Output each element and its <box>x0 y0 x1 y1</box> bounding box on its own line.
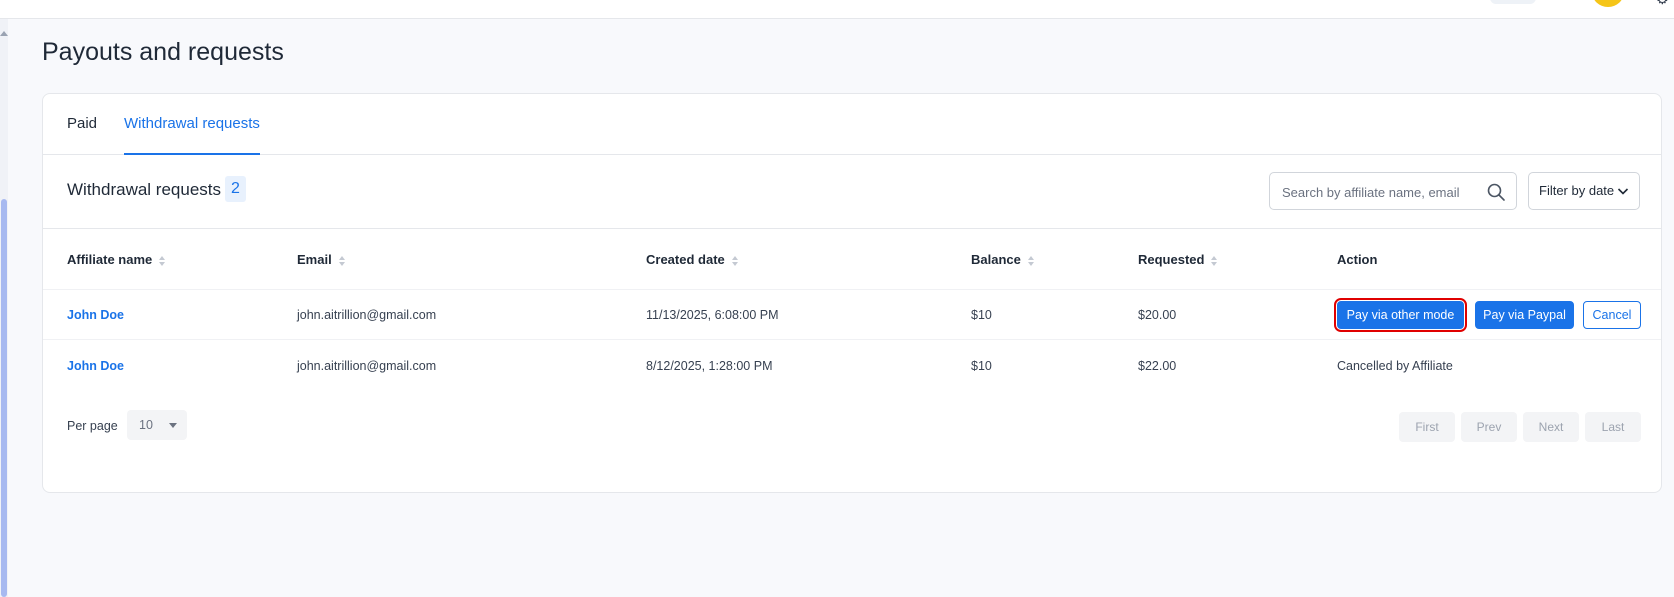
table-row: John Doe john.aitrillion@gmail.com 8/12/… <box>43 341 1661 391</box>
scroll-up-icon[interactable] <box>0 31 8 36</box>
count-badge: 2 <box>225 176 246 202</box>
created-date-cell: 8/12/2025, 1:28:00 PM <box>646 359 773 373</box>
pay-via-other-mode-button[interactable]: Pay via other mode <box>1334 298 1467 332</box>
tab-bar: Paid Withdrawal requests <box>43 94 1661 155</box>
filter-by-date-button[interactable]: Filter by date <box>1528 172 1640 210</box>
column-balance[interactable]: Balance <box>971 252 1034 267</box>
requested-cell: $22.00 <box>1138 359 1177 373</box>
status-text: Cancelled by Affiliate <box>1337 359 1453 373</box>
section-header: Withdrawal requests 2 Filter by date <box>43 155 1661 229</box>
search-icon[interactable] <box>1486 182 1506 202</box>
top-bar: ⚙ <box>0 0 1674 19</box>
sort-icon[interactable] <box>1027 255 1034 266</box>
gear-icon[interactable]: ⚙ <box>1656 0 1669 8</box>
left-scrollbar[interactable] <box>0 19 8 597</box>
column-created-date[interactable]: Created date <box>646 252 738 267</box>
caret-down-icon <box>169 423 177 428</box>
sort-icon[interactable] <box>338 255 345 266</box>
per-page-select[interactable]: 10 <box>127 410 187 440</box>
table-header: Affiliate name Email Created date Balanc… <box>43 229 1661 290</box>
search-input[interactable] <box>1282 182 1482 202</box>
cancel-button[interactable]: Cancel <box>1583 301 1641 329</box>
prev-page-button[interactable]: Prev <box>1461 412 1517 442</box>
affiliate-name-link[interactable]: John Doe <box>67 359 124 373</box>
table-row: John Doe john.aitrillion@gmail.com 11/13… <box>43 290 1661 340</box>
payouts-card: Paid Withdrawal requests Withdrawal requ… <box>42 93 1662 493</box>
column-label: Affiliate name <box>67 252 153 267</box>
column-label: Created date <box>646 252 725 267</box>
section-title: Withdrawal requests <box>67 180 222 199</box>
created-date-cell: 11/13/2025, 6:08:00 PM <box>646 308 779 322</box>
affiliate-name-link[interactable]: John Doe <box>67 308 124 322</box>
tab-withdrawal-requests[interactable]: Withdrawal requests <box>124 94 260 155</box>
sort-icon[interactable] <box>1211 255 1218 266</box>
search-box[interactable] <box>1269 172 1517 210</box>
first-page-button[interactable]: First <box>1399 412 1455 442</box>
column-label: Email <box>297 252 332 267</box>
page-title: Payouts and requests <box>42 38 284 66</box>
next-page-button[interactable]: Next <box>1523 412 1579 442</box>
per-page-label: Per page <box>67 419 118 433</box>
sort-icon[interactable] <box>159 255 166 266</box>
column-requested[interactable]: Requested <box>1138 252 1218 267</box>
avatar[interactable] <box>1592 0 1624 7</box>
scrollbar-thumb[interactable] <box>1 199 7 597</box>
last-page-button[interactable]: Last <box>1585 412 1641 442</box>
column-label: Requested <box>1138 252 1205 267</box>
balance-cell: $10 <box>971 359 992 373</box>
balance-cell: $10 <box>971 308 992 322</box>
column-label: Balance <box>971 252 1021 267</box>
per-page-value: 10 <box>139 418 153 432</box>
email-cell: john.aitrillion@gmail.com <box>297 308 437 322</box>
chevron-down-icon <box>1617 188 1629 195</box>
email-cell: john.aitrillion@gmail.com <box>297 359 437 373</box>
tab-paid[interactable]: Paid <box>67 94 97 155</box>
pay-via-paypal-button[interactable]: Pay via Paypal <box>1475 301 1574 329</box>
top-bar-pill[interactable] <box>1490 0 1536 4</box>
sort-icon[interactable] <box>731 255 738 266</box>
column-affiliate-name[interactable]: Affiliate name <box>67 252 166 267</box>
requested-cell: $20.00 <box>1138 308 1177 322</box>
filter-label: Filter by date <box>1539 183 1615 198</box>
column-action: Action <box>1337 252 1378 267</box>
column-email[interactable]: Email <box>297 252 345 267</box>
